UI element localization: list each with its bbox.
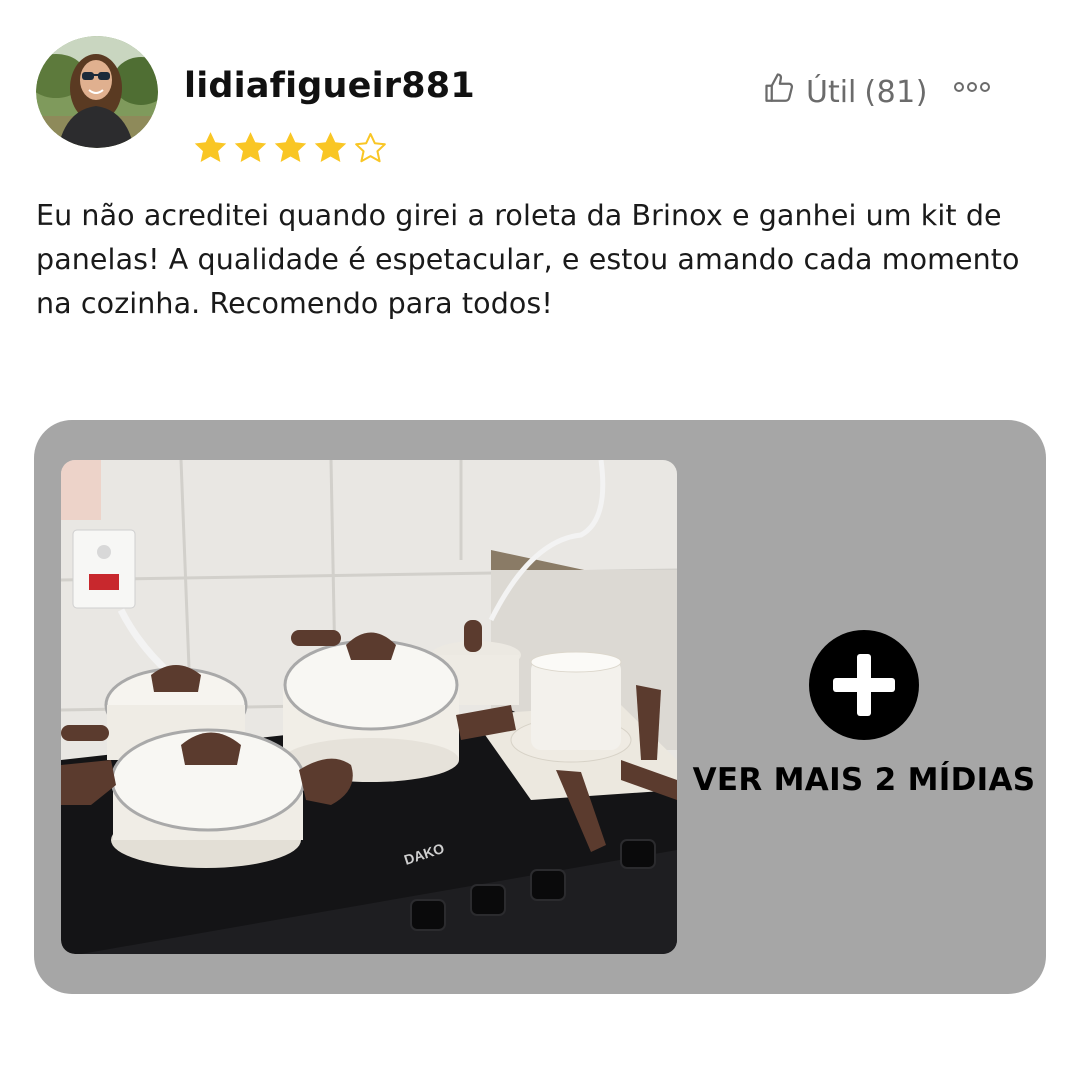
helpful-button[interactable]: Útil (81) <box>762 70 928 114</box>
see-more-media-label: VER MAIS 2 MÍDIAS <box>692 762 1036 798</box>
media-gallery: DAKO VER MAIS 2 MÍDIAS <box>34 420 1046 994</box>
star-filled-icon <box>232 130 269 166</box>
username[interactable]: lidiafigueir881 <box>184 66 475 106</box>
avatar[interactable] <box>36 36 158 148</box>
thumbs-up-icon <box>762 70 798 114</box>
review-text: Eu não acreditei quando girei a roleta d… <box>36 199 1020 320</box>
review-card: lidiafigueir881 Útil (81) Eu não acredit… <box>0 0 1080 1080</box>
helpful-count: (81) <box>864 74 928 110</box>
see-more-media-button[interactable]: VER MAIS 2 MÍDIAS <box>682 630 1046 798</box>
more-dot <box>967 82 977 92</box>
star-filled-icon <box>192 130 229 166</box>
star-filled-icon <box>312 130 349 166</box>
more-options-icon[interactable] <box>954 82 990 92</box>
helpful-label: Útil <box>806 74 857 110</box>
star-rating <box>192 130 389 166</box>
review-photo[interactable]: DAKO <box>61 460 677 954</box>
plus-icon <box>809 630 919 740</box>
more-dot <box>980 82 990 92</box>
star-outline-icon <box>352 130 389 166</box>
more-dot <box>954 82 964 92</box>
star-filled-icon <box>272 130 309 166</box>
